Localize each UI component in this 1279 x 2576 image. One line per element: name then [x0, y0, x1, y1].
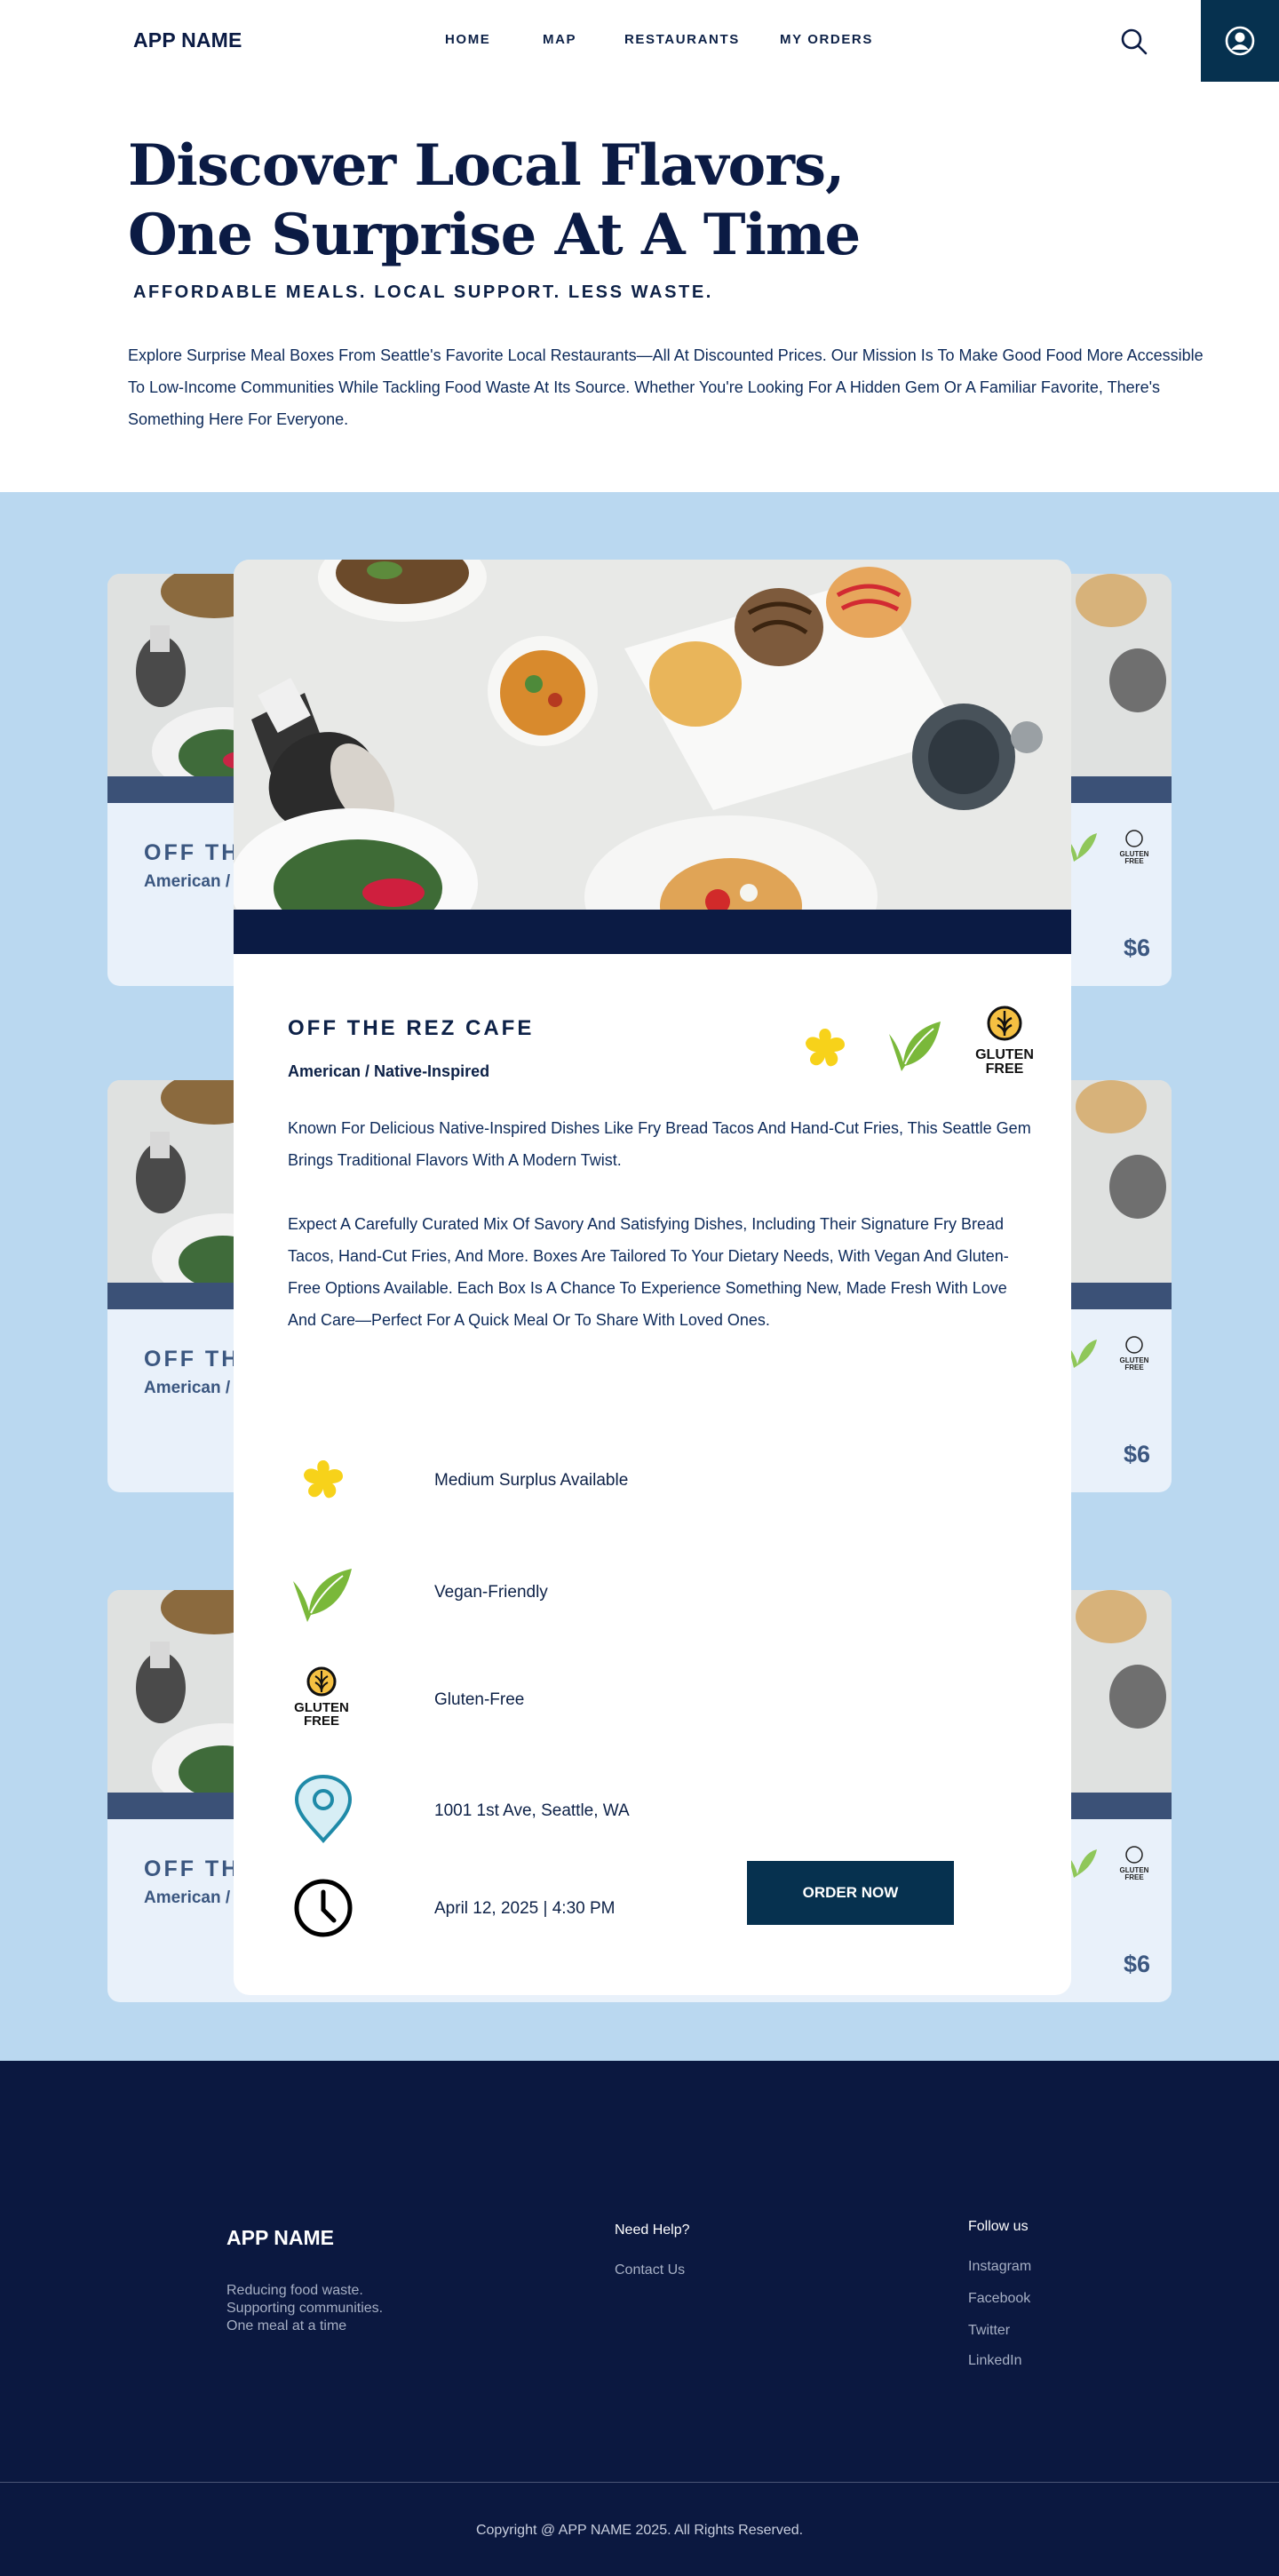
- restaurant-name: OFF TH: [144, 1856, 241, 1881]
- card-badges: GLUTEN FREE: [1065, 1842, 1154, 1885]
- feature-label: Gluten-Free: [434, 1690, 525, 1709]
- svg-text:GLUTEN: GLUTEN: [975, 1047, 1034, 1062]
- restaurant-name: OFF TH: [144, 1347, 241, 1371]
- featured-restaurant-card: OFF THE REZ CAFE American / Native-Inspi…: [234, 560, 1071, 1995]
- follow-heading: Follow us: [968, 2219, 1029, 2234]
- restaurant-cuisine: American / Native-Inspired: [288, 1062, 490, 1080]
- svg-text:FREE: FREE: [1124, 1364, 1144, 1371]
- hero-description: Explore Surprise Meal Boxes From Seattle…: [128, 346, 1204, 428]
- feature-label: Medium Surplus Available: [434, 1471, 629, 1490]
- main-nav: HOME MAP RESTAURANTS MY ORDERS: [0, 32, 1279, 50]
- featured-band: [234, 910, 1071, 954]
- feature-pickup-time: April 12, 2025 | 4:30 PM: [288, 1872, 821, 1944]
- feature-gluten-free: GLUTEN FREE Gluten-Free: [288, 1666, 821, 1737]
- hero-subtitle: AFFORDABLE MEALS. LOCAL SUPPORT. LESS WA…: [133, 282, 713, 302]
- footer-tagline: Reducing food waste. Supporting communit…: [226, 2283, 384, 2334]
- contact-us-link[interactable]: Contact Us: [615, 2262, 685, 2278]
- featured-badges: GLUTEN FREE: [802, 1004, 1060, 1084]
- svg-text:FREE: FREE: [1124, 1873, 1144, 1881]
- leaf-icon: [889, 1022, 941, 1071]
- restaurant-name: OFF TH: [144, 840, 241, 865]
- restaurant-cuisine: American /: [144, 1888, 231, 1907]
- card-badges: GLUTEN FREE: [1065, 826, 1154, 869]
- help-heading: Need Help?: [615, 2222, 690, 2238]
- feature-label: April 12, 2025 | 4:30 PM: [434, 1899, 616, 1918]
- location-pin-icon: [294, 1775, 353, 1843]
- feature-surplus: Medium Surplus Available: [288, 1446, 821, 1517]
- linkedin-link[interactable]: LinkedIn: [968, 2353, 1022, 2369]
- footer-logo[interactable]: APP NAME: [226, 2226, 334, 2250]
- flower-icon: [304, 1460, 343, 1499]
- clock-icon: [294, 1879, 353, 1937]
- search-icon: [1121, 28, 1148, 55]
- restaurant-cuisine: American /: [144, 872, 231, 891]
- site-footer: APP NAME Reducing food waste. Supporting…: [0, 2061, 1279, 2576]
- site-header: APP NAME HOME MAP RESTAURANTS MY ORDERS: [0, 0, 1279, 82]
- restaurant-listing: OFF TH American / GLUTEN FREE $6 OFF TH …: [0, 492, 1279, 2061]
- svg-text:FREE: FREE: [304, 1713, 339, 1729]
- svg-text:FREE: FREE: [986, 1061, 1024, 1077]
- nav-restaurants[interactable]: RESTAURANTS: [624, 32, 740, 47]
- svg-text:FREE: FREE: [1124, 857, 1144, 865]
- nav-map[interactable]: MAP: [543, 32, 576, 47]
- restaurant-name: OFF THE REZ CAFE: [288, 1016, 535, 1040]
- user-icon: [1225, 26, 1255, 56]
- nav-my-orders[interactable]: MY ORDERS: [780, 32, 873, 47]
- featured-food-photo: [234, 560, 1071, 910]
- restaurant-description: Known For Delicious Native-Inspired Dish…: [288, 1119, 1031, 1329]
- account-button[interactable]: [1201, 0, 1279, 82]
- gluten-free-icon: GLUTEN FREE: [294, 1666, 349, 1729]
- feature-label: 1001 1st Ave, Seattle, WA: [434, 1801, 630, 1820]
- footer-divider: [0, 2482, 1279, 2483]
- twitter-link[interactable]: Twitter: [968, 2323, 1010, 2339]
- card-price: $6: [1123, 1951, 1150, 1977]
- feature-location: 1001 1st Ave, Seattle, WA: [288, 1775, 821, 1846]
- instagram-link[interactable]: Instagram: [968, 2259, 1031, 2275]
- card-badges: GLUTEN FREE: [1065, 1332, 1154, 1375]
- card-price: $6: [1123, 934, 1150, 961]
- restaurant-cuisine: American /: [144, 1379, 231, 1397]
- feature-vegan: Vegan-Friendly: [288, 1556, 821, 1627]
- hero-title: Discover Local Flavors, One Surprise At …: [128, 132, 861, 268]
- copyright: Copyright @ APP NAME 2025. All Rights Re…: [475, 2523, 804, 2538]
- order-now-button[interactable]: ORDER NOW: [747, 1861, 954, 1925]
- nav-home[interactable]: HOME: [445, 32, 490, 47]
- flower-icon: [806, 1029, 845, 1067]
- facebook-link[interactable]: Facebook: [968, 2291, 1030, 2307]
- feature-label: Vegan-Friendly: [434, 1583, 548, 1602]
- gluten-free-icon: GLUTEN FREE: [975, 1006, 1034, 1077]
- search-button[interactable]: [1119, 27, 1149, 57]
- leaf-icon: [293, 1569, 352, 1622]
- card-price: $6: [1123, 1441, 1150, 1467]
